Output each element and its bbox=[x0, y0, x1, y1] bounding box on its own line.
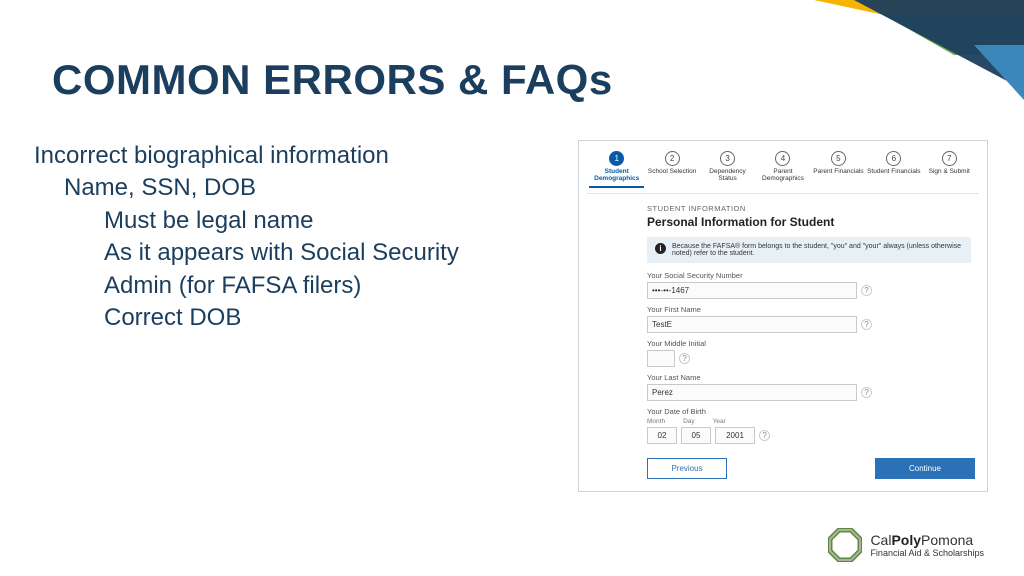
lastname-label: Your Last Name bbox=[647, 373, 971, 382]
bullet-lvl2: Name, SSN, DOB bbox=[64, 172, 554, 204]
bullet-list: Incorrect biographical information Name,… bbox=[34, 140, 554, 334]
step-item[interactable]: 5 Parent Financials bbox=[811, 151, 866, 175]
dob-day-label: Day bbox=[683, 418, 695, 425]
mi-input[interactable] bbox=[647, 350, 675, 367]
step-item[interactable]: 3 Dependency Status bbox=[700, 151, 755, 182]
help-icon[interactable]: ? bbox=[759, 430, 770, 441]
step-label: Student Demographics bbox=[589, 168, 644, 182]
step-number: 5 bbox=[831, 151, 846, 166]
firstname-input[interactable] bbox=[647, 316, 857, 333]
step-label: School Selection bbox=[644, 168, 699, 175]
fafsa-screenshot: 1 Student Demographics 2 School Selection 3 D… bbox=[578, 140, 988, 492]
octagon-icon bbox=[828, 528, 862, 562]
ssn-label: Your Social Security Number bbox=[647, 271, 971, 280]
bullet-lvl3: As it appears with Social Security bbox=[104, 237, 554, 269]
step-item[interactable]: 2 School Selection bbox=[644, 151, 699, 175]
info-notice: i Because the FAFSA® form belongs to the… bbox=[647, 237, 971, 263]
mi-label: Your Middle Initial bbox=[647, 339, 971, 348]
slide-title: COMMON ERRORS & FAQs bbox=[52, 56, 613, 104]
step-label: Parent Demographics bbox=[755, 168, 810, 182]
progress-steps: 1 Student Demographics 2 School Selection 3 D… bbox=[587, 149, 979, 194]
bullet-lvl3: Correct DOB bbox=[104, 302, 554, 334]
step-number: 6 bbox=[886, 151, 901, 166]
dob-label: Your Date of Birth bbox=[647, 407, 971, 416]
dob-month-label: Month bbox=[647, 418, 665, 425]
step-label: Parent Financials bbox=[811, 168, 866, 175]
help-icon[interactable]: ? bbox=[861, 319, 872, 330]
step-number: 1 bbox=[609, 151, 624, 166]
logo-text: CalPolyPomona Financial Aid & Scholarshi… bbox=[870, 532, 984, 558]
bullet-lvl3: Must be legal name bbox=[104, 205, 554, 237]
bullet-lvl3: Admin (for FAFSA filers) bbox=[104, 270, 554, 302]
dob-year-input[interactable] bbox=[715, 427, 755, 444]
notice-text: Because the FAFSA® form belongs to the s… bbox=[672, 243, 963, 257]
help-icon[interactable]: ? bbox=[861, 285, 872, 296]
ssn-input[interactable] bbox=[647, 282, 857, 299]
help-icon[interactable]: ? bbox=[861, 387, 872, 398]
step-number: 7 bbox=[942, 151, 957, 166]
continue-button[interactable]: Continue bbox=[875, 458, 975, 479]
info-icon: i bbox=[655, 243, 666, 254]
footer-logo: CalPolyPomona Financial Aid & Scholarshi… bbox=[828, 528, 984, 562]
firstname-label: Your First Name bbox=[647, 305, 971, 314]
step-label: Sign & Submit bbox=[922, 168, 977, 175]
step-item[interactable]: 1 Student Demographics bbox=[589, 151, 644, 188]
step-number: 3 bbox=[720, 151, 735, 166]
step-item[interactable]: 7 Sign & Submit bbox=[922, 151, 977, 175]
dob-month-input[interactable] bbox=[647, 427, 677, 444]
previous-button[interactable]: Previous bbox=[647, 458, 727, 479]
section-heading: Personal Information for Student bbox=[647, 215, 971, 229]
help-icon[interactable]: ? bbox=[679, 353, 690, 364]
step-item[interactable]: 6 Student Financials bbox=[866, 151, 921, 175]
step-label: Dependency Status bbox=[700, 168, 755, 182]
section-eyebrow: STUDENT INFORMATION bbox=[647, 204, 971, 213]
lastname-input[interactable] bbox=[647, 384, 857, 401]
step-label: Student Financials bbox=[866, 168, 921, 175]
dob-year-label: Year bbox=[713, 418, 726, 425]
step-item[interactable]: 4 Parent Demographics bbox=[755, 151, 810, 182]
decorative-corner bbox=[764, 0, 1024, 110]
step-number: 2 bbox=[665, 151, 680, 166]
step-number: 4 bbox=[775, 151, 790, 166]
dob-day-input[interactable] bbox=[681, 427, 711, 444]
bullet-lvl1: Incorrect biographical information bbox=[34, 140, 554, 172]
